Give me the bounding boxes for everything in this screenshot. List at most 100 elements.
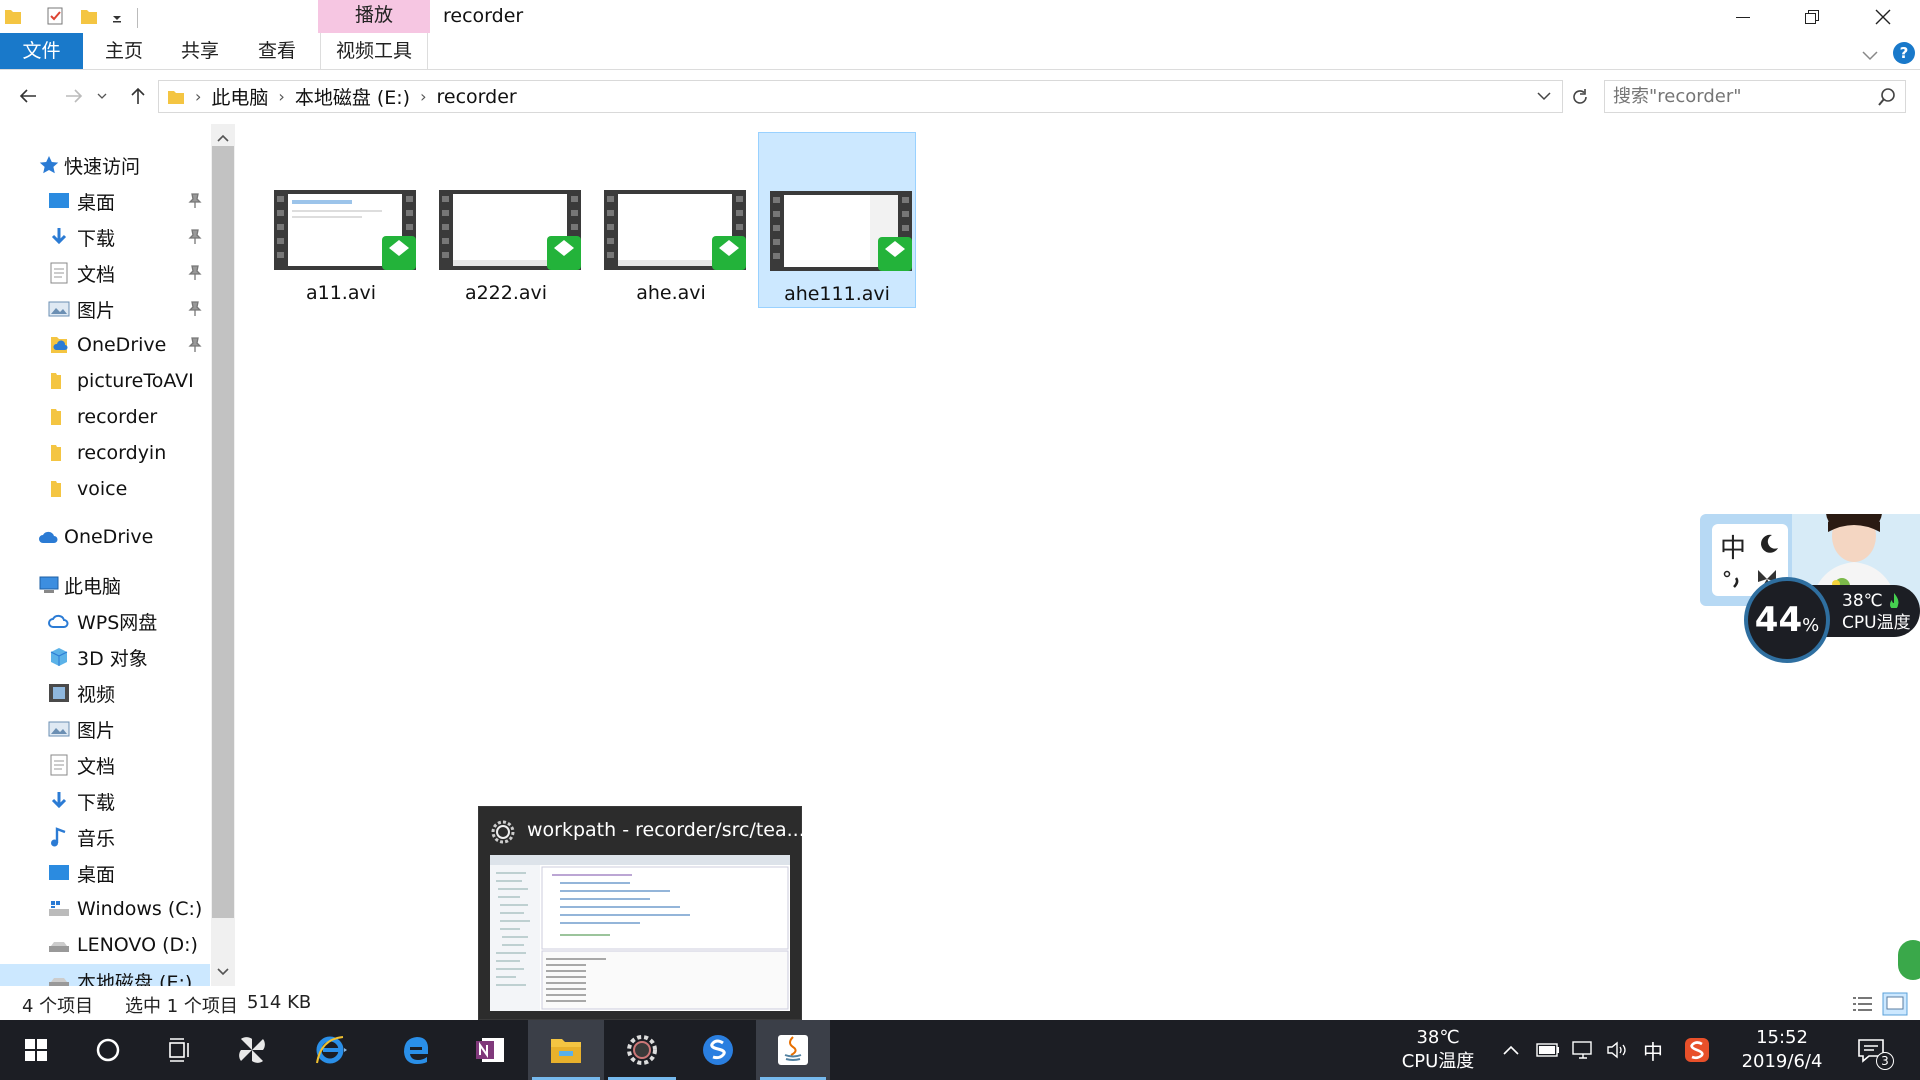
battery-button[interactable] bbox=[1535, 1038, 1561, 1062]
context-tab-play[interactable]: 播放 bbox=[318, 0, 430, 33]
network-button[interactable] bbox=[1570, 1038, 1596, 1062]
customize-quick-access-icon[interactable] bbox=[108, 6, 126, 26]
large-icons-view-icon[interactable] bbox=[1882, 992, 1908, 1016]
pin-icon[interactable] bbox=[188, 229, 202, 245]
show-hidden-icons-button[interactable] bbox=[1498, 1038, 1524, 1062]
edge-floating-badge[interactable] bbox=[1898, 940, 1920, 980]
tab-share[interactable]: 共享 bbox=[168, 33, 232, 69]
forward-button[interactable] bbox=[58, 80, 90, 112]
breadcrumb-chevron-icon[interactable]: › bbox=[420, 87, 426, 106]
preview-thumbnail[interactable] bbox=[490, 855, 790, 1011]
taskbar-app-eclipse[interactable] bbox=[604, 1020, 680, 1080]
scroll-up-icon[interactable] bbox=[215, 130, 231, 146]
nav-pc-pictures[interactable]: 图片 bbox=[0, 712, 210, 746]
taskbar-app-java[interactable] bbox=[756, 1020, 830, 1080]
sogou-input-button[interactable] bbox=[1684, 1038, 1710, 1062]
taskbar-app-onenote[interactable] bbox=[454, 1020, 526, 1080]
nav-pc-wps-drive[interactable]: WPS网盘 bbox=[0, 604, 210, 638]
nav-item-picturetoavi[interactable]: pictureToAVI bbox=[0, 364, 210, 398]
scrollbar-thumb[interactable] bbox=[212, 146, 234, 918]
pin-icon[interactable] bbox=[188, 193, 202, 209]
cortana-button[interactable] bbox=[72, 1020, 144, 1080]
taskbar-app-sogou-browser[interactable] bbox=[680, 1020, 756, 1080]
tray-cpu-temperature[interactable]: 38℃ CPU温度 bbox=[1398, 1026, 1478, 1074]
restore-button[interactable] bbox=[1789, 0, 1835, 33]
folder-icon[interactable] bbox=[4, 6, 22, 26]
details-view-icon[interactable] bbox=[1850, 992, 1876, 1016]
breadcrumb-recorder[interactable]: recorder bbox=[437, 86, 517, 108]
task-view-button[interactable] bbox=[144, 1020, 216, 1080]
up-button[interactable] bbox=[122, 80, 154, 112]
file-item[interactable]: a11.avi bbox=[263, 132, 421, 308]
clock[interactable]: 15:52 2019/6/4 bbox=[1730, 1026, 1834, 1074]
address-dropdown-icon[interactable] bbox=[1534, 85, 1554, 107]
tab-home[interactable]: 主页 bbox=[92, 33, 156, 69]
search-icon[interactable] bbox=[1877, 87, 1897, 107]
nav-item-downloads[interactable]: 下载 bbox=[0, 220, 210, 254]
ribbon-expand-icon[interactable] bbox=[1858, 43, 1882, 67]
breadcrumb-this-pc[interactable]: 此电脑 bbox=[211, 83, 268, 110]
nav-scrollbar[interactable] bbox=[211, 124, 235, 986]
nav-item-documents[interactable]: 文档 bbox=[0, 256, 210, 290]
close-button[interactable] bbox=[1860, 0, 1906, 33]
refresh-button[interactable] bbox=[1566, 80, 1594, 113]
nav-item-recorder[interactable]: recorder bbox=[0, 400, 210, 434]
back-button[interactable] bbox=[12, 80, 44, 112]
taskbar-app-pinwheel[interactable] bbox=[216, 1020, 288, 1080]
nav-pc-music[interactable]: 音乐 bbox=[0, 820, 210, 854]
picture-icon bbox=[48, 301, 70, 317]
taskbar-app-file-explorer[interactable] bbox=[528, 1020, 604, 1080]
minimize-button[interactable] bbox=[1720, 0, 1766, 33]
taskbar-preview[interactable]: workpath - recorder/src/tea... bbox=[478, 806, 805, 1020]
windows-drive-icon bbox=[49, 901, 69, 916]
nav-pc-drive-d[interactable]: LENOVO (D:) bbox=[0, 928, 210, 962]
ime-indicator[interactable]: 中 bbox=[1640, 1038, 1666, 1064]
properties-icon[interactable] bbox=[46, 6, 64, 26]
taskbar-app-edge[interactable] bbox=[380, 1020, 452, 1080]
nav-pc-documents[interactable]: 文档 bbox=[0, 748, 210, 782]
cpu-monitor-widget[interactable]: 中 44% 38℃ CPU温度 bbox=[1700, 470, 1920, 670]
nav-item-label: 文档 bbox=[77, 263, 116, 286]
nav-item-onedrive-quick[interactable]: OneDrive bbox=[0, 328, 210, 362]
cpu-usage-gauge[interactable]: 44% bbox=[1744, 577, 1830, 663]
nav-item-voice[interactable]: voice bbox=[0, 472, 210, 506]
volume-button[interactable] bbox=[1605, 1038, 1631, 1062]
toolbar-separator bbox=[137, 8, 138, 28]
nav-pc-videos[interactable]: 视频 bbox=[0, 676, 210, 710]
file-item[interactable]: ahe.avi bbox=[593, 132, 751, 308]
file-item[interactable]: a222.avi bbox=[428, 132, 586, 308]
nav-pc-desktop[interactable]: 桌面 bbox=[0, 856, 210, 890]
file-item-selected[interactable]: ahe111.avi bbox=[758, 132, 916, 308]
nav-item-recordyin[interactable]: recordyin bbox=[0, 436, 210, 470]
recent-locations-button[interactable] bbox=[92, 80, 112, 112]
nav-quick-access[interactable]: 快速访问 bbox=[0, 148, 210, 182]
nav-pc-3d-objects[interactable]: 3D 对象 bbox=[0, 640, 210, 674]
nav-pc-drive-e[interactable]: 本地磁盘 (E:) bbox=[0, 964, 210, 986]
search-input[interactable] bbox=[1613, 84, 1863, 109]
start-button[interactable] bbox=[0, 1020, 72, 1080]
taskbar-app-ie[interactable] bbox=[296, 1020, 368, 1080]
help-button[interactable]: ? bbox=[1893, 42, 1915, 64]
pin-icon[interactable] bbox=[188, 337, 202, 353]
nav-onedrive[interactable]: OneDrive bbox=[0, 520, 210, 554]
address-bar[interactable]: › 此电脑 › 本地磁盘 (E:) › recorder bbox=[158, 80, 1563, 113]
network-icon bbox=[1572, 1041, 1592, 1059]
nav-this-pc[interactable]: 此电脑 bbox=[0, 568, 210, 602]
breadcrumb-chevron-icon[interactable]: › bbox=[278, 87, 284, 106]
new-folder-icon[interactable] bbox=[80, 6, 98, 26]
pin-icon[interactable] bbox=[188, 265, 202, 281]
tab-file[interactable]: 文件 bbox=[0, 33, 83, 69]
breadcrumb-drive-e[interactable]: 本地磁盘 (E:) bbox=[295, 83, 410, 110]
nav-item-label: 本地磁盘 (E:) bbox=[77, 971, 193, 987]
breadcrumb-chevron-icon[interactable]: › bbox=[195, 87, 201, 106]
search-box[interactable] bbox=[1604, 80, 1906, 113]
folder-icon bbox=[168, 90, 184, 104]
nav-item-pictures[interactable]: 图片 bbox=[0, 292, 210, 326]
tab-video-tools[interactable]: 视频工具 bbox=[320, 33, 428, 69]
nav-pc-drive-c[interactable]: Windows (C:) bbox=[0, 892, 210, 926]
tab-view[interactable]: 查看 bbox=[245, 33, 309, 69]
nav-pc-downloads[interactable]: 下载 bbox=[0, 784, 210, 818]
scroll-down-icon[interactable] bbox=[215, 964, 231, 980]
pin-icon[interactable] bbox=[188, 301, 202, 317]
nav-item-desktop[interactable]: 桌面 bbox=[0, 184, 210, 218]
